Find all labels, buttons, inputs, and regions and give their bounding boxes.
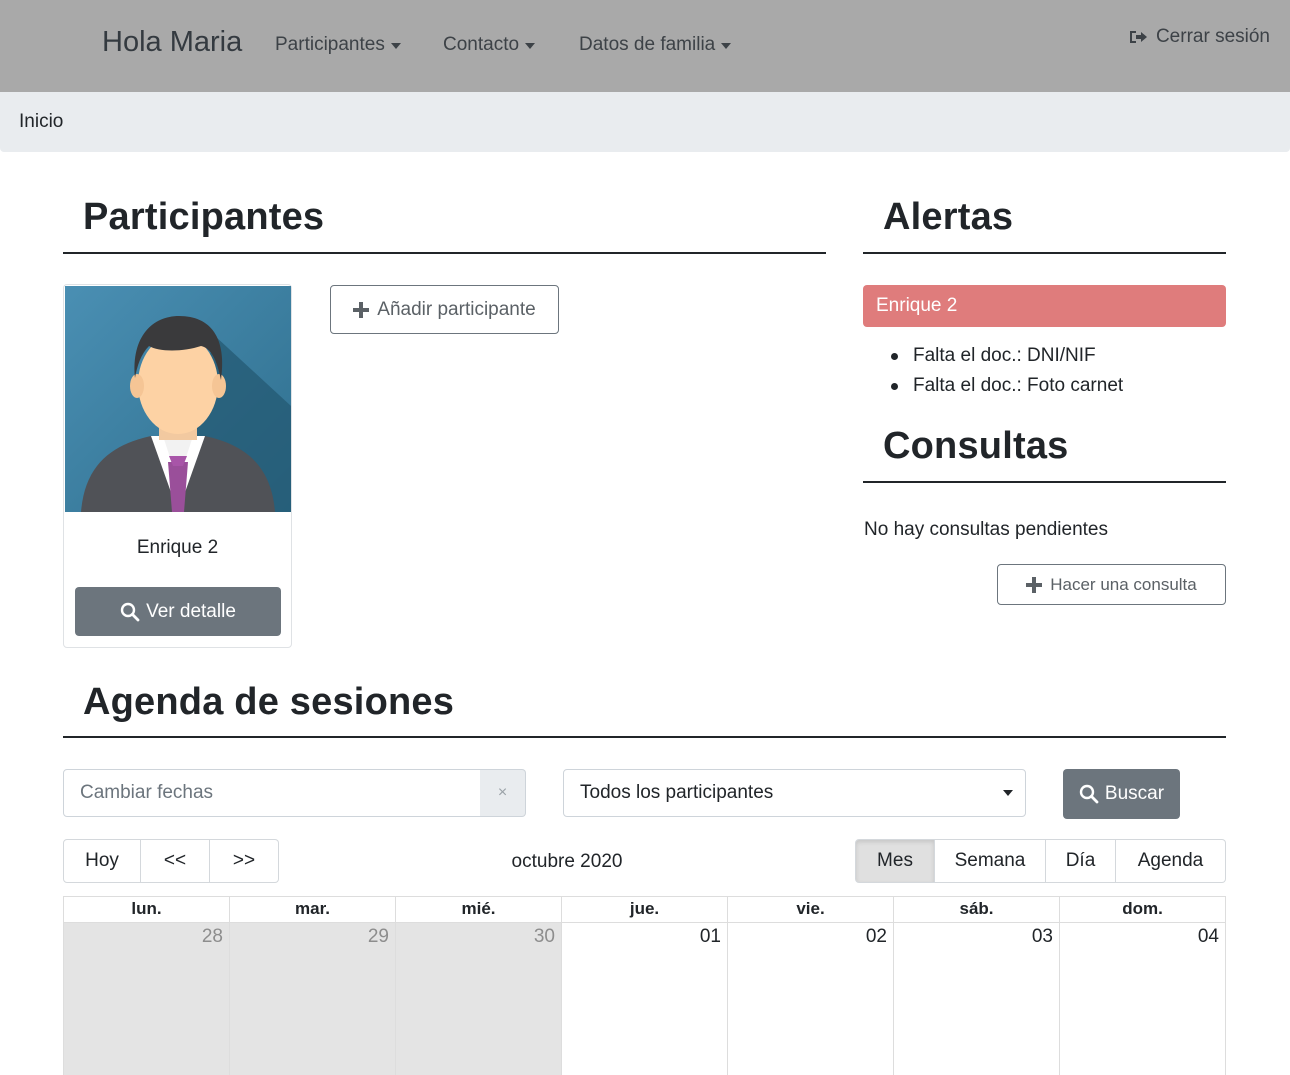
new-consulta-label: Hacer una consulta: [1050, 574, 1197, 594]
calendar-day-cell[interactable]: 02: [727, 923, 893, 1075]
day-number: 30: [533, 926, 555, 947]
brand-greeting[interactable]: Hola Maria: [102, 26, 242, 59]
participant-card: Enrique 2 Ver detalle: [63, 284, 292, 648]
add-participant-button[interactable]: Añadir participante: [330, 285, 559, 334]
alert-message: Falta el doc.: DNI/NIF: [890, 344, 1123, 374]
calendar-day-cell[interactable]: 28: [63, 923, 229, 1075]
breadcrumb-current: Inicio: [19, 111, 64, 132]
day-number: 01: [699, 926, 721, 947]
view-month-button[interactable]: Mes: [855, 839, 935, 883]
calendar-day-cell[interactable]: 01: [561, 923, 727, 1075]
caret-down-icon: [390, 42, 401, 49]
view-detail-label: Ver detalle: [146, 600, 236, 622]
weekday-label: vie.: [727, 897, 893, 922]
menu-datos-familia[interactable]: Datos de familia: [579, 34, 732, 56]
participant-name: Enrique 2: [136, 537, 219, 558]
logout-link[interactable]: Cerrar sesión: [1129, 26, 1270, 48]
menu-contacto-label: Contacto: [443, 34, 520, 55]
menu-participantes[interactable]: Participantes: [275, 34, 401, 56]
caret-down-icon: [721, 42, 732, 49]
weekday-label: jue.: [561, 897, 727, 922]
day-number: 03: [1031, 926, 1053, 947]
agenda-divider: [63, 736, 1226, 738]
day-number: 04: [1197, 926, 1219, 947]
alert-messages-list: Falta el doc.: DNI/NIF Falta el doc.: Fo…: [890, 344, 1123, 404]
weekday-label: lun.: [63, 897, 229, 922]
participants-divider: [63, 252, 826, 254]
calendar-weekday-header: lun. mar. mié. jue. vie. sáb. dom.: [63, 896, 1226, 923]
participants-title: Participantes: [83, 196, 325, 238]
add-participant-label: Añadir participante: [377, 298, 536, 320]
day-number: 28: [201, 926, 223, 947]
view-agenda-button[interactable]: Agenda: [1116, 839, 1226, 883]
prev-button[interactable]: <<: [141, 839, 210, 883]
calendar-day-cell[interactable]: 29: [229, 923, 395, 1075]
avatar-person-icon: [65, 286, 291, 512]
weekday-label: mié.: [395, 897, 561, 922]
alert-participant-header: Enrique 2: [863, 285, 1226, 327]
sign-out-icon: [1129, 31, 1147, 43]
caret-down-icon: [1003, 790, 1013, 796]
calendar-view-group: Mes Semana Día Agenda: [855, 839, 1226, 883]
calendar-week-row: 28 29 30 01 02 03 04: [63, 923, 1226, 1075]
alerts-divider: [863, 252, 1226, 254]
today-button[interactable]: Hoy: [63, 839, 141, 883]
caret-down-icon: [525, 42, 536, 49]
menu-contacto[interactable]: Contacto: [443, 34, 536, 56]
calendar-day-cell[interactable]: 30: [395, 923, 561, 1075]
consultas-divider: [863, 481, 1226, 483]
calendar-day-cell[interactable]: 04: [1059, 923, 1226, 1075]
date-range-input[interactable]: [63, 769, 481, 817]
plus-icon: [1026, 576, 1043, 593]
menu-datos-familia-label: Datos de familia: [579, 34, 716, 55]
participant-select[interactable]: Todos los participantes: [563, 769, 1026, 817]
next-button[interactable]: >>: [210, 839, 279, 883]
agenda-title: Agenda de sesiones: [83, 681, 455, 723]
participant-select-value: Todos los participantes: [580, 782, 774, 803]
search-label: Buscar: [1104, 783, 1165, 804]
breadcrumb: Inicio: [0, 92, 1290, 152]
new-consulta-button[interactable]: Hacer una consulta: [997, 564, 1226, 605]
consultas-title: Consultas: [883, 425, 1069, 467]
alert-message: Falta el doc.: Foto carnet: [890, 374, 1123, 404]
search-button[interactable]: Buscar: [1063, 769, 1180, 819]
plus-icon: [353, 301, 370, 318]
view-detail-button[interactable]: Ver detalle: [75, 587, 281, 636]
calendar-month-grid: lun. mar. mié. jue. vie. sáb. dom. 28 29…: [63, 896, 1226, 1075]
view-day-button[interactable]: Día: [1046, 839, 1116, 883]
calendar-period-title: octubre 2020: [511, 851, 623, 872]
clear-dates-button[interactable]: ×: [480, 769, 526, 817]
logout-label: Cerrar sesión: [1155, 26, 1270, 47]
weekday-label: dom.: [1059, 897, 1226, 922]
view-week-button[interactable]: Semana: [935, 839, 1046, 883]
calendar-day-cell[interactable]: 03: [893, 923, 1059, 1075]
day-number: 29: [367, 926, 389, 947]
search-icon: [120, 602, 140, 621]
search-icon: [1079, 784, 1099, 804]
top-navbar: Hola Maria Participantes Contacto Datos …: [0, 0, 1290, 92]
calendar-nav-group: Hoy << >>: [63, 839, 279, 883]
weekday-label: sáb.: [893, 897, 1059, 922]
alerts-title: Alertas: [883, 196, 1014, 238]
day-number: 02: [865, 926, 887, 947]
no-consultas-text: No hay consultas pendientes: [864, 519, 1108, 540]
participant-avatar: [65, 286, 291, 512]
menu-participantes-label: Participantes: [275, 34, 385, 55]
weekday-label: mar.: [229, 897, 395, 922]
